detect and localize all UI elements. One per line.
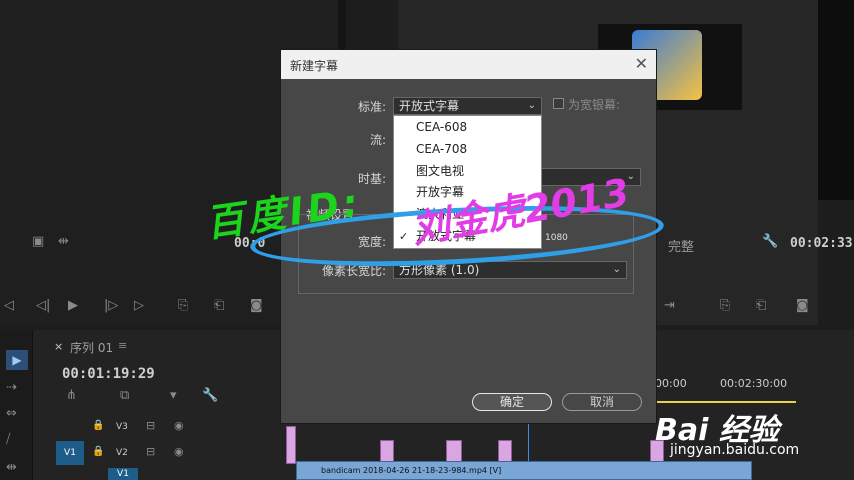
stream-label: 流: — [369, 133, 386, 147]
next-frame-icon[interactable]: |▷ — [104, 298, 118, 313]
eye-icon[interactable]: ◉ — [174, 419, 184, 432]
track-v3[interactable]: V3 — [116, 422, 128, 432]
ruler-start: 00:00 — [655, 377, 687, 390]
dropdown-item-label: CEA-608 — [416, 120, 468, 134]
sequence-timecode[interactable]: 00:01:19:29 — [62, 366, 155, 382]
program-timecode: 00:02:33 — [790, 236, 853, 251]
next-edit-icon[interactable]: ⇥ — [664, 298, 675, 313]
track-v2[interactable]: V2 — [116, 448, 128, 458]
taskbar-strip — [818, 0, 854, 200]
dropdown-item-cea608[interactable]: CEA-608 — [394, 117, 541, 138]
video-clip[interactable]: bandicam 2018-04-26 21-18-23-984.mp4 [V] — [296, 461, 752, 480]
fit-dropdown[interactable]: 完整 — [668, 236, 694, 255]
baidu-site: jingyan.baidu.com — [670, 442, 800, 458]
razor-icon[interactable]: ⧸ — [6, 432, 10, 447]
standard-select[interactable]: 开放式字幕 ⌄ — [393, 97, 542, 115]
track-select-icon[interactable]: ⇢ — [6, 380, 17, 395]
slip-icon[interactable]: ⇹ — [6, 460, 17, 475]
overwrite-icon[interactable]: ⎗ — [214, 298, 224, 313]
forward-icon[interactable]: ▷ — [134, 298, 144, 313]
chevron-down-icon: ⌄ — [626, 171, 635, 182]
dropdown-item-label: CEA-708 — [416, 142, 468, 156]
dropdown-item-label: 图文电视 — [416, 164, 465, 178]
dialog-titlebar[interactable]: 新建字幕 ✕ — [281, 50, 656, 79]
linked-icon[interactable]: ⧉ — [120, 388, 129, 403]
menu-icon[interactable]: ≡ — [118, 339, 127, 352]
ruler-end: 00:02:30:00 — [720, 377, 788, 390]
close-icon[interactable]: ✕ — [635, 54, 648, 73]
cancel-button[interactable]: 取消 — [562, 393, 642, 411]
lock-icon[interactable]: 🔒 — [92, 420, 104, 431]
insert-icon[interactable]: ⎘ — [178, 298, 188, 313]
prev-frame-icon[interactable]: ◁| — [36, 298, 50, 313]
lift-icon[interactable]: ⎘ — [720, 298, 730, 313]
sequence-tab[interactable]: 序列 01 — [70, 339, 113, 356]
dialog-title: 新建字幕 — [290, 59, 339, 73]
track-v1[interactable]: V1 — [108, 468, 138, 480]
ripple-edit-icon[interactable]: ⇔ — [6, 406, 17, 421]
ok-button[interactable]: 确定 — [472, 393, 552, 411]
work-area-bar[interactable] — [656, 401, 796, 403]
settings-wrench-icon[interactable]: 🔧 — [202, 388, 218, 403]
close-sequence-icon[interactable]: × — [54, 340, 63, 353]
sync-icon[interactable]: ⊟ — [146, 419, 155, 432]
widescreen-checkbox[interactable] — [553, 98, 564, 109]
snap-icon[interactable]: ⋔ — [66, 388, 77, 403]
wrench-icon[interactable]: 🔧 — [762, 234, 778, 249]
chevron-down-icon: ⌄ — [527, 100, 536, 111]
sync-icon[interactable]: ⊟ — [146, 445, 155, 458]
standard-value: 开放式字幕 — [399, 99, 460, 113]
step-back-icon[interactable]: ◁ — [4, 298, 14, 313]
widescreen-label: 为宽银幕: — [568, 98, 621, 112]
export-frame-icon[interactable]: ◙ — [796, 298, 809, 313]
marker-icon[interactable]: ▣ — [32, 234, 44, 249]
add-marker-icon[interactable]: ▾ — [170, 388, 177, 403]
dropdown-item-cea708[interactable]: CEA-708 — [394, 139, 541, 160]
selection-tool-icon[interactable]: ▶ — [6, 350, 28, 370]
eye-icon[interactable]: ◉ — [174, 445, 184, 458]
play-icon[interactable]: ▶ — [68, 298, 78, 313]
source-patch-v1[interactable]: V1 — [56, 441, 84, 465]
lock-icon[interactable]: 🔒 — [92, 446, 104, 457]
extract-icon[interactable]: ⎗ — [756, 298, 766, 313]
trim-icon[interactable]: ⇹ — [58, 234, 69, 249]
camera-icon[interactable]: ◙ — [250, 298, 263, 313]
standard-label: 标准: — [357, 100, 386, 114]
caption-clip[interactable] — [286, 426, 296, 464]
chevron-down-icon: ⌄ — [612, 264, 621, 275]
